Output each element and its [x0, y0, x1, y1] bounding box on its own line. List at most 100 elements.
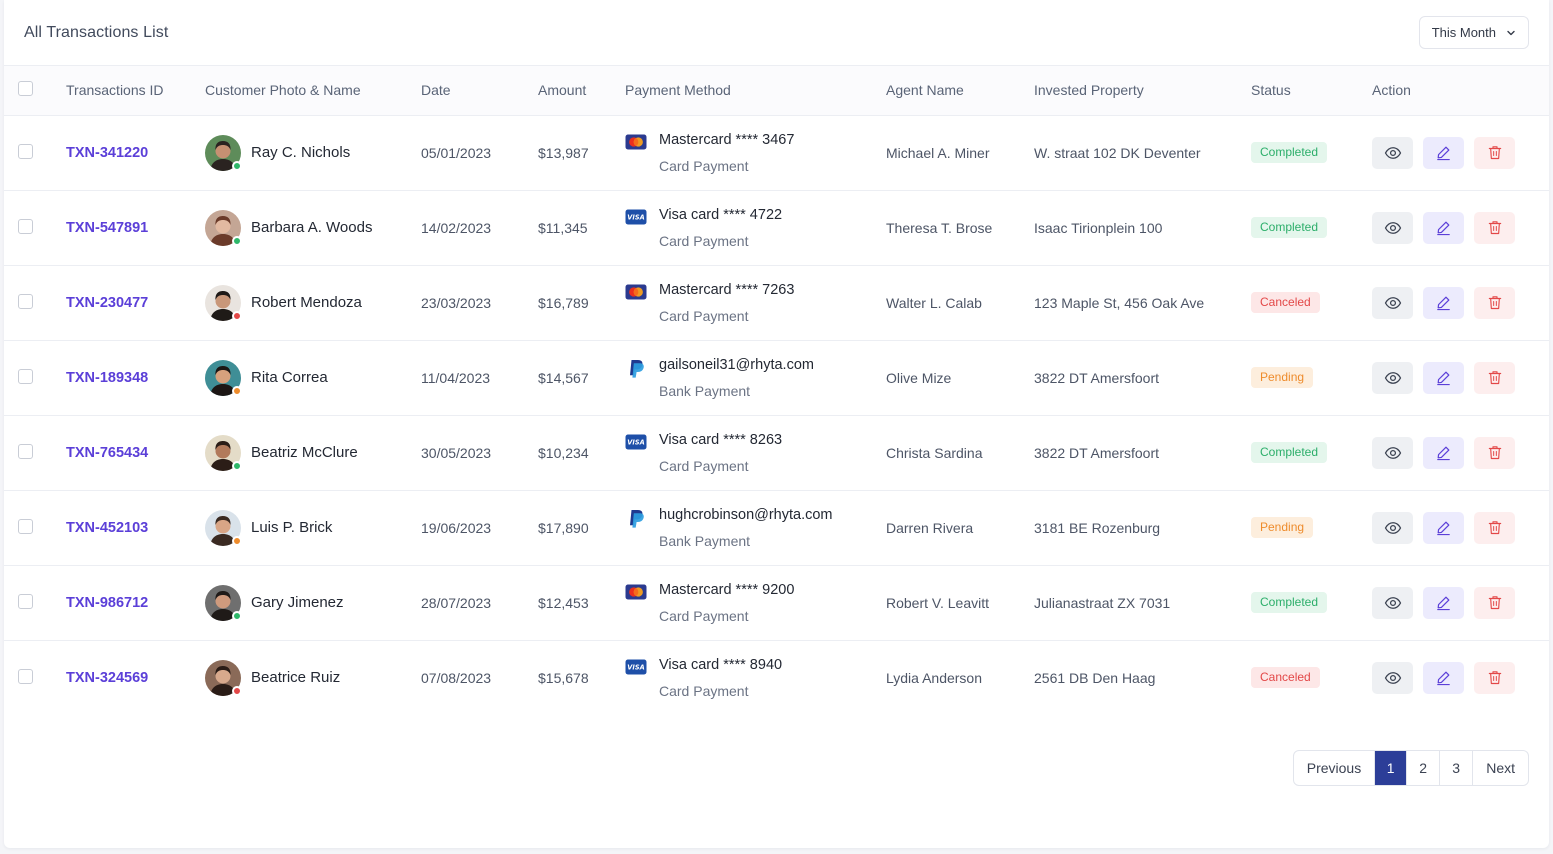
view-button[interactable]: [1372, 136, 1413, 169]
col-amount: Amount: [538, 66, 625, 116]
transaction-id-cell: TXN-341220: [66, 115, 205, 190]
delete-button[interactable]: [1474, 361, 1515, 394]
customer-name: Ray C. Nichols: [251, 144, 351, 161]
period-dropdown[interactable]: This Month: [1418, 16, 1529, 49]
view-button[interactable]: [1372, 586, 1413, 619]
agent-cell: Theresa T. Brose: [886, 219, 993, 236]
presence-dot: [232, 535, 242, 546]
property-cell: 2561 DB Den Haag: [1034, 669, 1156, 686]
status-badge: Pending: [1251, 517, 1314, 538]
status-cell: Completed: [1251, 565, 1372, 640]
presence-dot: [232, 460, 242, 471]
row-checkbox[interactable]: [18, 518, 33, 534]
action-cell: [1372, 415, 1549, 490]
transaction-id-link[interactable]: TXN-452103: [66, 520, 148, 536]
transaction-id-link[interactable]: TXN-189348: [66, 370, 148, 386]
payment-method-label: Mastercard **** 3467: [659, 131, 795, 148]
transaction-id-link[interactable]: TXN-230477: [66, 295, 148, 311]
transaction-id-link[interactable]: TXN-324569: [66, 670, 148, 686]
edit-button[interactable]: [1423, 436, 1464, 469]
trash-icon: [1488, 596, 1501, 610]
row-actions: [1372, 361, 1549, 394]
avatar: [205, 134, 242, 171]
delete-button[interactable]: [1474, 211, 1515, 244]
page-2-button[interactable]: 2: [1407, 751, 1441, 785]
row-checkbox[interactable]: [18, 218, 33, 234]
amount-cell: $15,678: [538, 669, 589, 686]
transaction-id-link[interactable]: TXN-547891: [66, 220, 148, 236]
card-title: All Transactions List: [24, 23, 169, 41]
status-cell: Completed: [1251, 115, 1372, 190]
agent-cell: Robert V. Leavitt: [886, 594, 989, 611]
payment-icon: [625, 509, 647, 528]
select-all-checkbox[interactable]: [18, 81, 33, 97]
payment-method: Mastercard **** 9200 Card Payment: [625, 581, 886, 625]
transaction-id-cell: TXN-765434: [66, 415, 205, 490]
edit-button[interactable]: [1423, 136, 1464, 169]
pencil-icon: [1437, 371, 1450, 386]
row-checkbox[interactable]: [18, 443, 33, 459]
customer-cell: Beatriz McClure: [205, 415, 421, 490]
row-checkbox[interactable]: [18, 293, 33, 309]
delete-button[interactable]: [1474, 436, 1515, 469]
customer-cell: Beatrice Ruiz: [205, 640, 421, 715]
row-checkbox[interactable]: [18, 668, 33, 684]
customer: Beatriz McClure: [205, 434, 421, 471]
view-button[interactable]: [1372, 211, 1413, 244]
delete-button[interactable]: [1474, 511, 1515, 544]
period-label: This Month: [1431, 25, 1496, 40]
avatar: [205, 509, 242, 546]
pencil-icon: [1437, 446, 1450, 461]
payment-method-label: hughcrobinson@rhyta.com: [659, 506, 833, 523]
view-button[interactable]: [1372, 286, 1413, 319]
visa-icon: VISA: [625, 209, 647, 224]
trash-icon: [1488, 371, 1501, 385]
row-select-cell: [4, 190, 66, 265]
presence-dot: [232, 685, 242, 696]
payment-icon: VISA: [625, 659, 647, 675]
action-cell: [1372, 490, 1549, 565]
page-3-button[interactable]: 3: [1440, 751, 1474, 785]
delete-button[interactable]: [1474, 136, 1515, 169]
view-button[interactable]: [1372, 436, 1413, 469]
transaction-id-link[interactable]: TXN-986712: [66, 595, 148, 611]
row-checkbox[interactable]: [18, 368, 33, 384]
previous-page-button[interactable]: Previous: [1294, 751, 1376, 785]
transaction-id-link[interactable]: TXN-341220: [66, 145, 148, 161]
table-row: TXN-547891 Barbara A. Woods 14/02/2023 $…: [4, 190, 1549, 265]
edit-button[interactable]: [1423, 661, 1464, 694]
customer-name: Beatrice Ruiz: [251, 669, 341, 687]
payment-icon: VISA: [625, 434, 647, 450]
eye-icon: [1384, 221, 1401, 234]
customer-cell: Robert Mendoza: [205, 265, 421, 340]
payment-icon: [625, 134, 647, 150]
edit-button[interactable]: [1423, 211, 1464, 244]
action-cell: [1372, 340, 1549, 415]
edit-button[interactable]: [1423, 586, 1464, 619]
transaction-id-cell: TXN-452103: [66, 490, 205, 565]
edit-button[interactable]: [1423, 361, 1464, 394]
chevron-down-icon: [1507, 30, 1515, 35]
edit-button[interactable]: [1423, 511, 1464, 544]
view-button[interactable]: [1372, 361, 1413, 394]
presence-dot: [232, 385, 242, 396]
row-select-cell: [4, 415, 66, 490]
col-customer: Customer Photo & Name: [205, 66, 421, 116]
col-transaction-id: Transactions ID: [66, 66, 205, 116]
amount-cell: $17,890: [538, 519, 589, 536]
transaction-id-link[interactable]: TXN-765434: [66, 445, 148, 461]
view-button[interactable]: [1372, 661, 1413, 694]
delete-button[interactable]: [1474, 586, 1515, 619]
delete-button[interactable]: [1474, 661, 1515, 694]
edit-button[interactable]: [1423, 286, 1464, 319]
view-button[interactable]: [1372, 511, 1413, 544]
transaction-id-cell: TXN-986712: [66, 565, 205, 640]
payment-method: VISA Visa card **** 4722 Card Payment: [625, 206, 886, 250]
delete-button[interactable]: [1474, 286, 1515, 319]
next-page-button[interactable]: Next: [1473, 751, 1528, 785]
transactions-table: Transactions ID Customer Photo & Name Da…: [4, 66, 1549, 715]
customer: Luis P. Brick: [205, 509, 421, 546]
row-checkbox[interactable]: [18, 143, 33, 159]
page-1-button[interactable]: 1: [1375, 751, 1408, 785]
row-checkbox[interactable]: [18, 593, 33, 609]
